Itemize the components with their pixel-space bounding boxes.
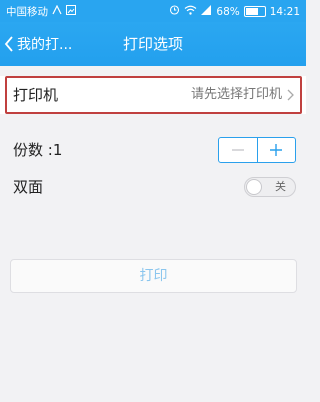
toggle-knob	[246, 179, 262, 195]
printer-label: 打印机	[13, 86, 59, 104]
chevron-left-icon	[4, 36, 13, 52]
image-icon	[66, 4, 76, 19]
wifi-icon	[184, 5, 197, 19]
printer-value: 请先选择打印机	[190, 87, 282, 102]
back-button-label: 我的打...	[17, 37, 73, 53]
minus-icon	[231, 149, 244, 151]
back-button[interactable]: 我的打...	[4, 22, 72, 66]
copies-row: 份数 :1	[0, 132, 306, 168]
battery-fill	[245, 8, 258, 15]
duplex-row: 双面 关	[0, 170, 306, 204]
clock: 14:21	[269, 5, 300, 18]
battery-percent: 68%	[216, 5, 240, 18]
decrement-button[interactable]	[219, 138, 257, 162]
cellular-icon	[201, 4, 212, 19]
nav-bar: 我的打... 打印选项	[0, 22, 306, 66]
battery-icon	[243, 6, 266, 17]
print-button[interactable]: 打印	[10, 259, 297, 293]
printer-row[interactable]: 打印机 请先选择打印机	[0, 76, 306, 114]
copies-label: 份数 :1	[13, 141, 63, 159]
plus-icon	[270, 144, 283, 156]
carrier-name: 中国移动	[6, 6, 48, 18]
duplex-toggle[interactable]: 关	[244, 177, 296, 197]
alarm-icon	[169, 4, 180, 19]
increment-button[interactable]	[258, 138, 296, 162]
chevron-right-icon	[287, 89, 294, 101]
status-bar-right: 68% 14:21	[169, 4, 300, 19]
copies-stepper	[218, 137, 296, 163]
toggle-state-text: 关	[275, 180, 286, 193]
status-bar-left: 中国移动	[6, 4, 76, 19]
status-bar: 中国移动 68% 14:21	[0, 0, 306, 22]
signal-icon	[52, 4, 62, 19]
duplex-label: 双面	[13, 178, 44, 196]
